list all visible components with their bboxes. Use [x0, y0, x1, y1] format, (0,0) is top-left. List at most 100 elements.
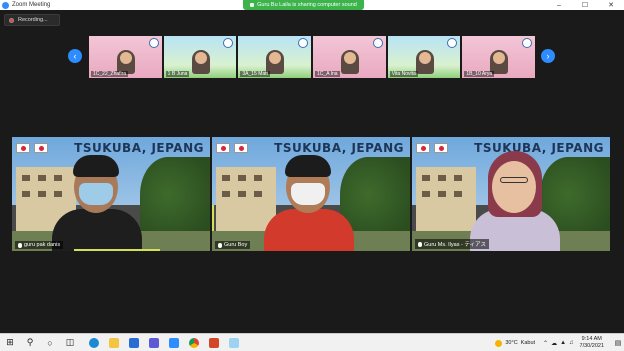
gallery-prev-button[interactable]: ‹	[68, 49, 82, 63]
zoom-logo-icon	[2, 1, 9, 9]
weather-widget[interactable]: 30°C Kabut	[495, 339, 536, 347]
school-logo-icon	[298, 38, 309, 48]
participant-name: 1C_A Ina	[315, 71, 340, 77]
participant-hair	[73, 155, 119, 177]
volume-icon[interactable]: ♫	[569, 340, 574, 347]
paint-icon	[229, 337, 239, 348]
taskbar-mail[interactable]	[124, 334, 144, 351]
notification-icon: ▤	[614, 340, 622, 347]
japan-flag-icon	[216, 143, 230, 153]
weather-icon	[495, 339, 503, 347]
participant-video-tile[interactable]: TSUKUBA, JEPANG Guru Ms. Ilyas - ティアス	[412, 137, 610, 251]
network-icon[interactable]: ▲	[560, 340, 566, 347]
participant-face	[418, 52, 431, 64]
participant-label: Guru Ms. Ilyas - ティアス	[415, 239, 490, 249]
windows-logo-icon: ⊞	[6, 337, 14, 347]
school-logo-icon	[148, 38, 159, 48]
close-icon[interactable]: ✕	[598, 0, 624, 10]
glasses	[500, 177, 528, 183]
start-button[interactable]: ⊞	[0, 334, 20, 351]
participant-thumbnail[interactable]: 1C_A Ina	[313, 36, 386, 78]
taskbar-explorer[interactable]	[104, 334, 124, 351]
powerpoint-icon	[209, 337, 219, 348]
cortana-button[interactable]: ○	[40, 334, 60, 351]
edge-icon	[89, 337, 99, 348]
task-view-icon: ◫	[65, 337, 75, 347]
participant-name: Guru Boy	[224, 242, 248, 248]
taskbar-paint[interactable]	[224, 334, 244, 351]
task-view-button[interactable]: ◫	[60, 334, 80, 351]
participant-face	[194, 52, 207, 64]
participant-video-tile[interactable]: TSUKUBA, JEPANG guru pak danis	[12, 137, 210, 251]
zoom-icon	[169, 337, 179, 348]
participant-body	[52, 209, 142, 251]
store-icon	[149, 337, 159, 348]
taskbar-store[interactable]	[144, 334, 164, 351]
onedrive-icon[interactable]: ☁	[551, 340, 557, 347]
participant-thumbnail[interactable]: 1 B Juna	[163, 36, 237, 78]
tile-background-building	[416, 167, 476, 237]
participant-name: guru pak danis	[24, 242, 61, 248]
participant-label: guru pak danis	[15, 241, 64, 249]
window-title: Zoom Meeting	[12, 2, 51, 8]
title-bar: Zoom Meeting Guru Bu Laila is sharing co…	[0, 0, 624, 10]
face-mask	[291, 183, 325, 205]
chevron-up-icon[interactable]: ⌃	[543, 340, 548, 347]
notification-button[interactable]: ▤	[612, 334, 624, 351]
folder-icon	[109, 337, 119, 348]
chrome-icon	[189, 337, 199, 348]
meeting-area: Recording... ‹ › 1C_22_Zhafira 1 B Juna 3A…	[0, 10, 624, 333]
maximize-icon[interactable]: ☐	[572, 0, 598, 10]
school-logo-icon	[522, 38, 533, 48]
share-screen-icon	[250, 3, 255, 7]
participant-name: Vita Novita	[389, 71, 418, 77]
school-logo-icon	[372, 38, 383, 48]
clock-date: 7/30/2021	[579, 343, 604, 349]
participant-thumbnail[interactable]: 1C_22_Zhafira	[89, 36, 162, 78]
mail-icon	[129, 337, 139, 348]
system-tray: 30°C Kabut ⌃ ☁ ▲ ♫ 9:14 AM 7/30/2021 ▤	[495, 334, 624, 351]
recording-label: Recording...	[18, 17, 48, 23]
weather-text: Kabut	[520, 340, 536, 346]
search-button[interactable]: ⚲	[20, 334, 40, 351]
taskbar-zoom[interactable]	[164, 334, 184, 351]
microphone-icon	[418, 241, 422, 247]
participant-thumbnail[interactable]: 3A_15 Matt	[238, 36, 312, 78]
participant-video-tile[interactable]: TSUKUBA, JEPANG Guru Boy	[212, 137, 410, 251]
taskbar-chrome[interactable]	[184, 334, 204, 351]
participant-thumbnail[interactable]: 1B_10 Arya	[462, 36, 536, 78]
participant-hair	[285, 155, 331, 177]
sharing-banner[interactable]: Guru Bu Laila is sharing computer sound	[243, 0, 364, 10]
japan-flag-icon	[16, 143, 30, 153]
gallery-next-button[interactable]: ›	[541, 49, 555, 63]
weather-temp: 30°C	[505, 340, 518, 346]
participant-face	[344, 52, 357, 64]
participant-face	[492, 161, 536, 213]
participant-label: Guru Boy	[215, 241, 251, 249]
microphone-icon	[18, 242, 22, 248]
participant-thumbnail[interactable]: Vita Novita	[387, 36, 461, 78]
clock[interactable]: 9:14 AM 7/30/2021	[580, 336, 604, 350]
background-heading: TSUKUBA, JEPANG	[474, 141, 604, 155]
record-icon	[9, 17, 14, 23]
background-heading: TSUKUBA, JEPANG	[74, 141, 204, 155]
taskbar-powerpoint[interactable]	[204, 334, 224, 351]
chevron-left-icon: ‹	[73, 51, 77, 61]
participant-name: Guru Ms. Ilyas - ティアス	[424, 242, 487, 248]
window-controls: – ☐ ✕	[546, 0, 624, 10]
windows-taskbar: ⊞ ⚲ ○ ◫ 30°C Kabut ⌃ ☁ ▲ ♫ 9:14 AM 7/30/…	[0, 333, 624, 351]
participant-name: 1C_22_Zhafira	[91, 71, 129, 77]
participant-name: 3A_15 Matt	[240, 71, 270, 77]
minimize-icon[interactable]: –	[546, 0, 572, 10]
participant-name: 1B_10 Arya	[464, 71, 495, 77]
recording-indicator[interactable]: Recording...	[4, 14, 60, 26]
tray-icons: ⌃ ☁ ▲ ♫	[543, 340, 573, 347]
clock-time: 9:14 AM	[581, 336, 602, 342]
japan-flag-icon	[434, 143, 448, 153]
chevron-right-icon: ›	[546, 51, 550, 61]
participant-face	[120, 52, 132, 64]
face-mask	[79, 183, 113, 205]
participant-name: 1 B Juna	[165, 71, 190, 77]
microphone-icon	[218, 242, 222, 248]
taskbar-edge[interactable]	[84, 334, 104, 351]
